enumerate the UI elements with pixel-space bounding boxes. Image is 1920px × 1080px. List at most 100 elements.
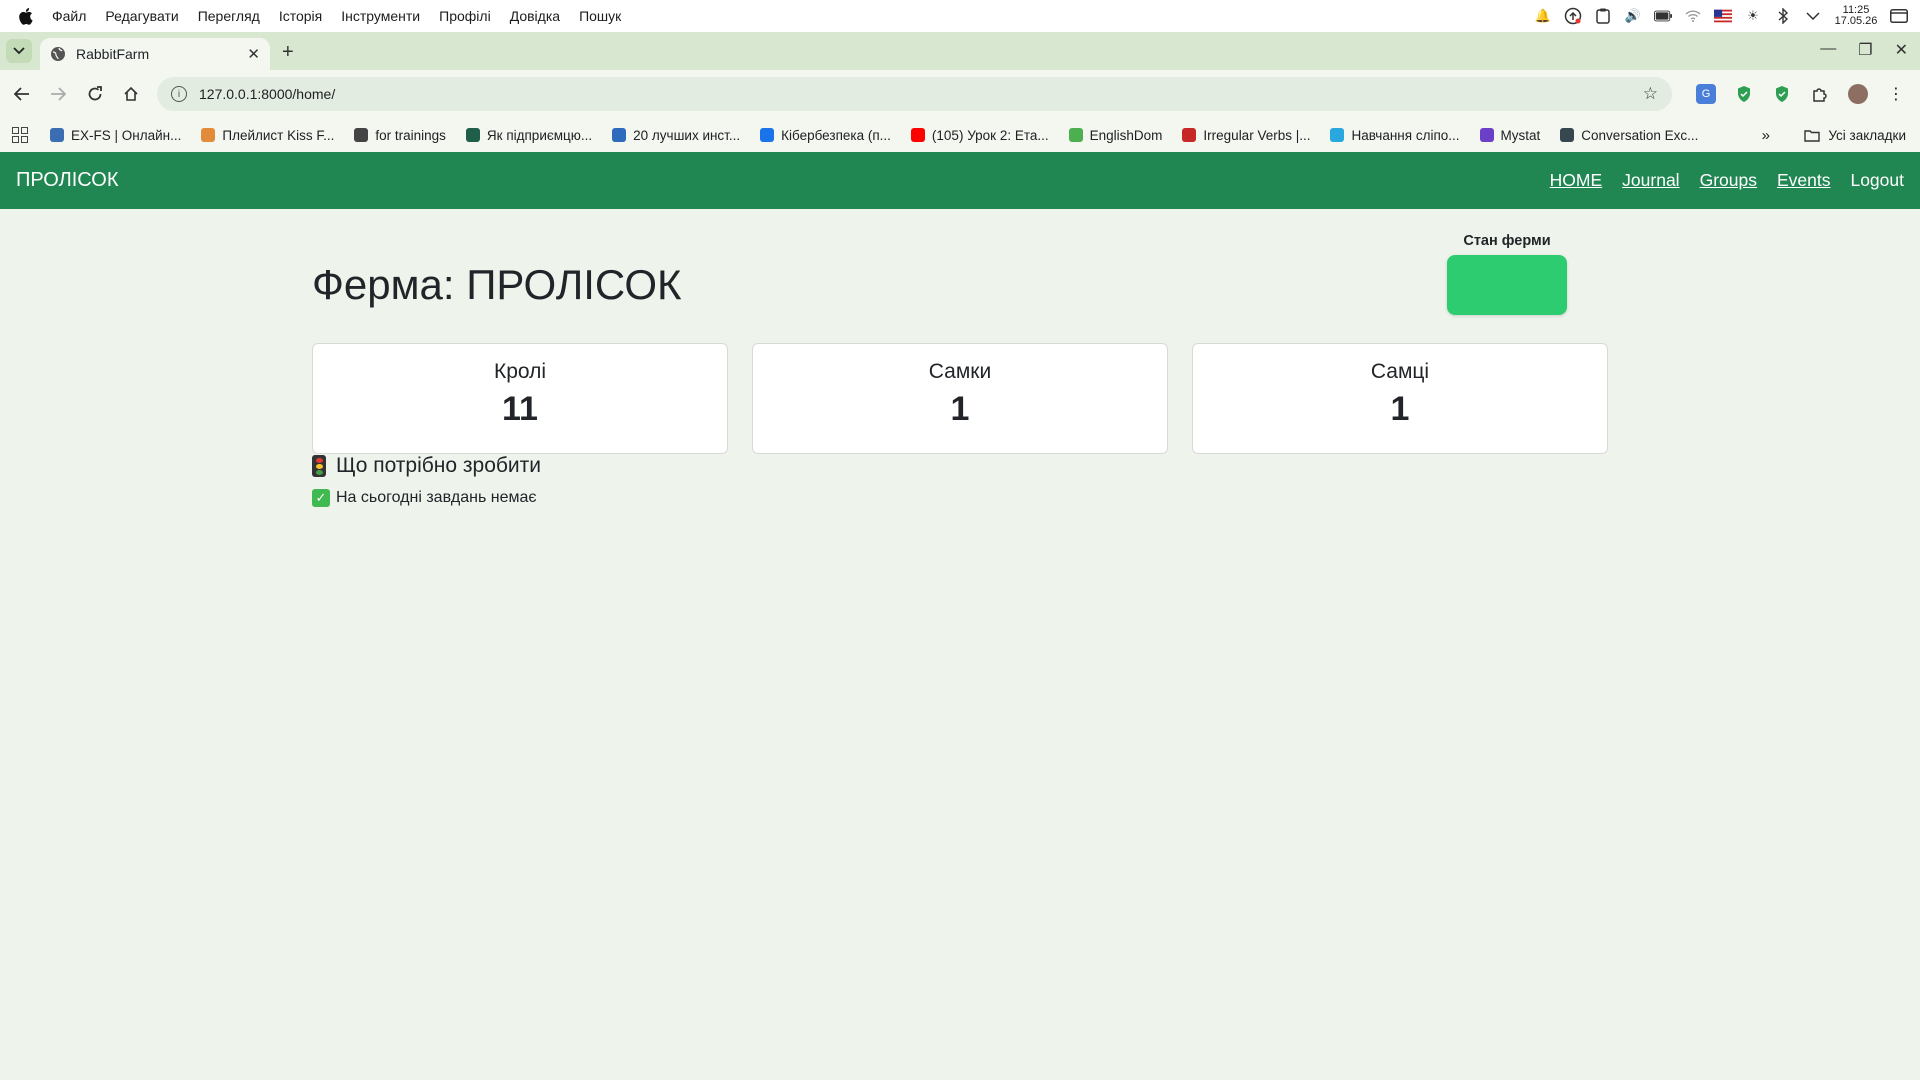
bluetooth-icon[interactable] <box>1774 7 1792 25</box>
menu-tools[interactable]: Інструменти <box>341 8 420 24</box>
notification-bell-icon[interactable]: 🔔 <box>1534 7 1552 25</box>
home-icon[interactable] <box>121 84 141 104</box>
apple-icon[interactable] <box>16 7 38 25</box>
stat-label: Кролі <box>493 360 547 383</box>
reload-icon[interactable] <box>85 84 105 104</box>
nav-home[interactable]: HOME <box>1550 170 1603 191</box>
bookmark-item[interactable]: EnglishDom <box>1068 127 1163 143</box>
tab-search-button[interactable] <box>6 39 32 63</box>
nav-groups[interactable]: Groups <box>1700 170 1757 191</box>
tab-title: RabbitFarm <box>76 46 150 62</box>
battery-icon[interactable] <box>1654 7 1672 25</box>
bookmark-label: Кібербезпека (п... <box>781 127 891 143</box>
menu-file[interactable]: Файл <box>52 8 86 24</box>
url-text[interactable]: 127.0.0.1:8000/home/ <box>199 86 335 102</box>
e-icon <box>1182 128 1197 142</box>
stat-value: 1 <box>950 390 970 428</box>
adblock-shield-icon[interactable] <box>1772 84 1792 104</box>
wifi-icon[interactable] <box>1684 7 1702 25</box>
farm-status: Стан ферми <box>1447 233 1567 315</box>
update-icon[interactable] <box>1564 7 1582 25</box>
nav-journal[interactable]: Journal <box>1622 170 1679 191</box>
system-clock[interactable]: 11:25 17.05.26 <box>1834 5 1878 27</box>
stats-cards: Кролі 11 Самки 1 Самці 1 <box>312 343 1608 454</box>
c-icon <box>760 128 775 142</box>
nav-logout[interactable]: Logout <box>1850 170 1904 191</box>
bookmark-label: EnglishDom <box>1089 127 1163 143</box>
menu-help[interactable]: Довідка <box>510 8 560 24</box>
box-icon <box>201 128 216 142</box>
us-flag-icon[interactable] <box>1714 7 1732 25</box>
todo-empty-text: На сьогодні завдань немає <box>336 489 537 506</box>
m-icon <box>1479 128 1494 142</box>
bookmark-label: 20 лучших инст... <box>633 127 741 143</box>
shield-icon[interactable] <box>1734 84 1754 104</box>
bookmark-item[interactable]: (105) Урок 2: Ета... <box>910 128 1049 143</box>
restore-icon[interactable]: ❐ <box>1858 40 1872 60</box>
os-menubar: Файл Редагувати Перегляд Історія Інструм… <box>0 0 1920 32</box>
browser-tab-strip: RabbitFarm ✕ + — ❐ ✕ <box>0 32 1920 70</box>
menu-profiles[interactable]: Профілі <box>439 8 491 24</box>
bookmark-star-icon[interactable]: ☆ <box>1643 84 1658 104</box>
ei-icon <box>465 128 480 142</box>
apps-grid-icon[interactable] <box>12 127 28 143</box>
youtube-icon <box>910 128 925 142</box>
volume-icon[interactable]: 🔊 <box>1624 7 1642 25</box>
system-tray: 🔔 🔊 ☀ 11:25 17.05.26 <box>1534 0 1908 32</box>
window-controls: — ❐ ✕ <box>1820 40 1908 60</box>
sidebar-panel-icon[interactable] <box>1890 7 1908 25</box>
bookmark-label: Mystat <box>1500 127 1541 143</box>
menu-search[interactable]: Пошук <box>579 8 621 24</box>
kebab-menu-icon[interactable]: ⋮ <box>1886 84 1906 104</box>
site-info-icon[interactable]: i <box>171 86 187 102</box>
todo-heading-text: Що потрібно зробити <box>336 454 541 477</box>
close-icon[interactable]: ✕ <box>247 45 260 63</box>
ed-icon <box>1068 128 1083 142</box>
menu-history[interactable]: Історія <box>279 8 322 24</box>
stat-value: 11 <box>502 390 538 428</box>
bookmark-item[interactable]: 20 лучших инст... <box>612 128 740 143</box>
stat-label: Самки <box>928 360 992 383</box>
bookmark-label: Плейлист Kiss F... <box>222 127 335 143</box>
page-title: Ферма: ПРОЛІСОК <box>312 261 682 308</box>
chevron-down-icon[interactable] <box>1804 7 1822 25</box>
address-bar[interactable]: i 127.0.0.1:8000/home/ ☆ <box>157 77 1672 111</box>
site-brand[interactable]: ПРОЛІСОК <box>16 169 119 192</box>
bookmark-item[interactable]: Плейлист Kiss F... <box>201 128 334 143</box>
back-arrow-icon[interactable] <box>12 84 32 104</box>
forward-arrow-icon[interactable] <box>48 84 68 104</box>
more-bookmarks-icon[interactable]: » <box>1762 127 1770 144</box>
bookmark-item[interactable]: Як підприємцю... <box>465 128 592 143</box>
bookmark-item[interactable]: Навчання сліпо... <box>1330 127 1460 143</box>
traffic-light-icon <box>312 455 326 477</box>
tab-rabbitfarm[interactable]: RabbitFarm ✕ <box>40 38 270 70</box>
translate-icon[interactable]: G <box>1696 84 1716 104</box>
folder-icon <box>1804 129 1821 142</box>
nav-events[interactable]: Events <box>1777 170 1831 191</box>
all-bookmarks-folder[interactable]: Усі закладки <box>1804 128 1906 143</box>
bookmark-item[interactable]: for trainings <box>354 128 446 143</box>
clipboard-icon[interactable] <box>1594 7 1612 25</box>
site-nav-links: HOME Journal Groups Events Logout <box>1550 170 1904 191</box>
bookmarks-list: EX-FS | Онлайн... Плейлист Kiss F... for t… <box>50 128 1718 143</box>
bookmark-item[interactable]: Кібербезпека (п... <box>760 128 891 143</box>
bookmark-label: Conversation Exc... <box>1581 127 1699 143</box>
bookmark-item[interactable]: Conversation Exc... <box>1560 128 1698 143</box>
browser-toolbar: i 127.0.0.1:8000/home/ ☆ G ⋮ <box>0 70 1920 118</box>
bookmark-label: Навчання сліпо... <box>1351 127 1460 143</box>
bookmark-label: Irregular Verbs |... <box>1203 127 1311 143</box>
bookmark-item[interactable]: EX-FS | Онлайн... <box>50 128 181 143</box>
clock-date: 17.05.26 <box>1834 15 1878 27</box>
minimize-icon[interactable]: — <box>1820 40 1836 60</box>
bookmark-item[interactable]: Mystat <box>1479 127 1541 143</box>
site-navbar: ПРОЛІСОК HOME Journal Groups Events Logo… <box>0 152 1920 209</box>
close-window-icon[interactable]: ✕ <box>1895 40 1908 60</box>
avatar[interactable] <box>1848 84 1868 104</box>
bookmark-item[interactable]: Irregular Verbs |... <box>1182 128 1310 143</box>
brightness-icon[interactable]: ☀ <box>1744 7 1762 25</box>
menu-edit[interactable]: Редагувати <box>105 8 178 24</box>
menu-view[interactable]: Перегляд <box>198 8 260 24</box>
chevron-down-icon <box>13 47 25 55</box>
extensions-puzzle-icon[interactable] <box>1810 84 1830 104</box>
new-tab-button[interactable]: + <box>282 41 294 64</box>
